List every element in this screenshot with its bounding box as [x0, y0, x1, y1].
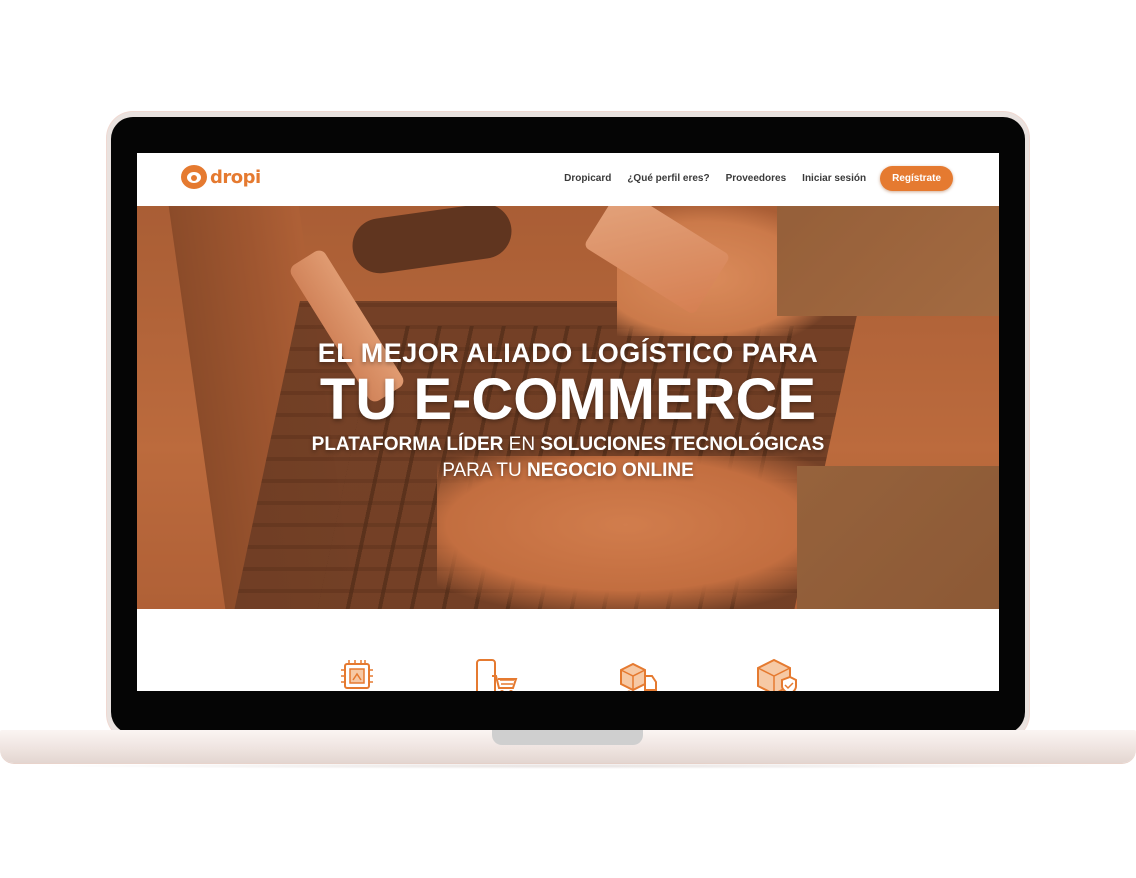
- navbar: dropi Dropicard ¿Qué perfil eres? Provee…: [137, 153, 999, 206]
- delivery-truck-icon: [620, 662, 657, 691]
- hero-subtitle-strong-1: PLATAFORMA LÍDER: [311, 434, 504, 455]
- chip-icon: [341, 660, 373, 689]
- logo-text: dropi: [210, 166, 261, 188]
- dropi-logo[interactable]: dropi: [181, 165, 261, 189]
- website-screen: dropi Dropicard ¿Qué perfil eres? Provee…: [137, 153, 999, 691]
- hero-subtitle-strong-3: NEGOCIO ONLINE: [527, 460, 694, 481]
- hero-subtitle-line1: PLATAFORMA LÍDER EN SOLUCIONES TECNOLÓGI…: [137, 432, 999, 458]
- nav-link-login[interactable]: Iniciar sesión: [802, 173, 866, 184]
- hero-headline-line1: EL MEJOR ALIADO LOGÍSTICO PARA: [317, 338, 819, 368]
- secure-package-icon: [757, 658, 797, 691]
- dropi-logo-icon: [181, 165, 207, 189]
- hero-subtitle-light-2: PARA TU: [442, 460, 528, 481]
- mobile-cart-icon: [476, 659, 518, 691]
- hero-subtitle-line2: PARA TU NEGOCIO ONLINE: [137, 458, 999, 484]
- laptop-base-notch: [492, 730, 643, 745]
- laptop-mockup: dropi Dropicard ¿Qué perfil eres? Provee…: [0, 0, 1136, 878]
- hero-headline-line2: TU E-COMMERCE: [319, 367, 817, 432]
- hero-subtitle-strong-2: SOLUCIONES TECNOLÓGICAS: [540, 434, 825, 455]
- laptop-shadow: [30, 763, 1106, 769]
- hero-text: EL MEJOR ALIADO LOGÍSTICO PARA TU E-COMM…: [137, 336, 999, 484]
- hero-banner: EL MEJOR ALIADO LOGÍSTICO PARA TU E-COMM…: [137, 206, 999, 609]
- hero-subtitle-light-1: EN: [503, 434, 541, 455]
- nav-links: Dropicard ¿Qué perfil eres? Proveedores …: [564, 166, 953, 191]
- register-button[interactable]: Regístrate: [880, 166, 953, 191]
- nav-link-providers[interactable]: Proveedores: [726, 173, 787, 184]
- nav-link-dropicard[interactable]: Dropicard: [564, 173, 611, 184]
- features-section: [137, 609, 999, 691]
- hero-subtitle: PLATAFORMA LÍDER EN SOLUCIONES TECNOLÓGI…: [137, 432, 999, 484]
- nav-link-profile[interactable]: ¿Qué perfil eres?: [627, 173, 709, 184]
